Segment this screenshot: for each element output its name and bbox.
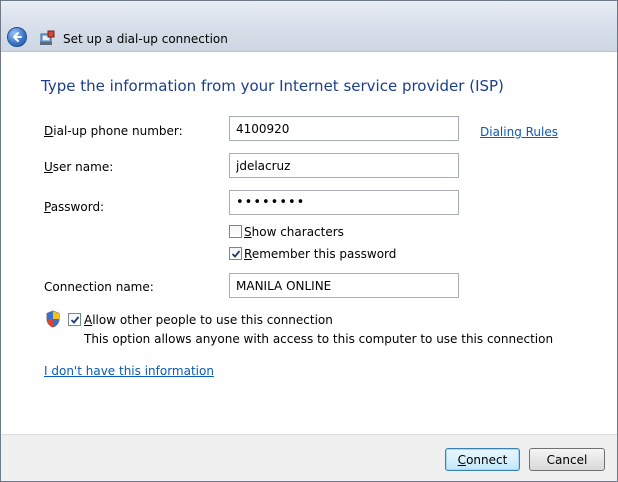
back-arrow-icon [13, 32, 22, 42]
allow-others-label: Allow other people to use this connectio… [84, 313, 333, 327]
phone-number-label: Dial-up phone number: [44, 124, 183, 138]
user-name-label: User name: [44, 160, 114, 174]
dialup-connection-icon [40, 30, 55, 45]
checkmark-icon [70, 315, 79, 324]
cancel-button[interactable]: Cancel [529, 448, 605, 471]
password-label: Password: [44, 200, 105, 214]
checkmark-icon [231, 249, 240, 258]
allow-others-note: This option allows anyone with access to… [84, 332, 554, 346]
show-characters-checkbox[interactable] [229, 225, 242, 238]
dialing-rules-link[interactable]: Dialing Rules [480, 125, 558, 139]
uac-shield-icon [46, 310, 60, 328]
allow-others-checkbox[interactable] [68, 313, 81, 326]
back-button[interactable] [7, 27, 27, 47]
connection-name-input[interactable] [229, 273, 459, 298]
button-footer [1, 434, 617, 481]
page-heading: Type the information from your Internet … [41, 77, 504, 95]
phone-number-input[interactable] [229, 116, 459, 141]
remember-password-label: Remember this password [244, 247, 397, 261]
remember-password-checkbox[interactable] [229, 247, 242, 260]
window-title: Set up a dial-up connection [63, 32, 228, 46]
connection-name-label: Connection name: [44, 280, 154, 294]
connect-button[interactable]: Connect [445, 448, 520, 471]
no-information-link[interactable]: I don't have this information [44, 364, 214, 378]
password-input[interactable] [229, 190, 459, 215]
user-name-input[interactable] [229, 153, 459, 178]
show-characters-label: Show characters [244, 225, 344, 239]
dialup-wizard-window: Set up a dial-up connection Type the inf… [0, 0, 618, 482]
title-bar: Set up a dial-up connection [1, 1, 617, 52]
